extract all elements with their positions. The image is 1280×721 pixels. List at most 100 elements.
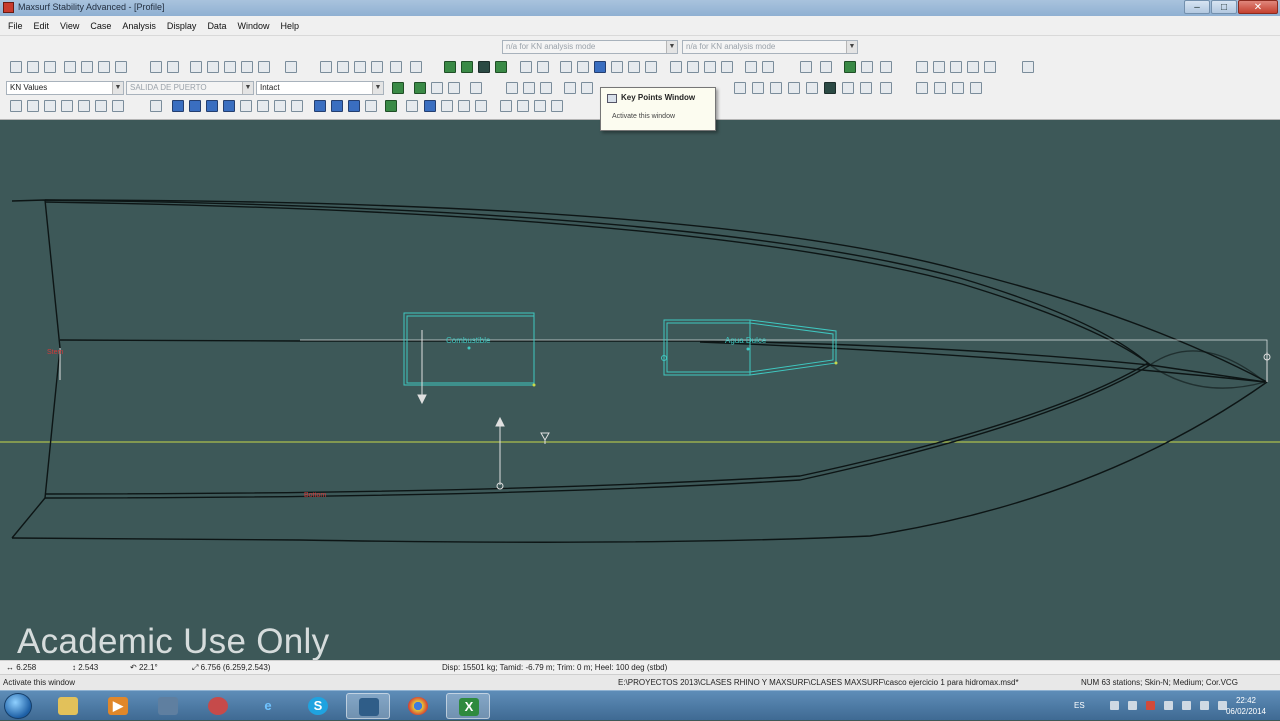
damage-case-select[interactable]: Intact ▼ bbox=[256, 81, 384, 95]
zoom-in-icon[interactable] bbox=[320, 61, 332, 73]
check-icon[interactable] bbox=[916, 82, 928, 94]
setting-icon[interactable] bbox=[112, 100, 124, 112]
window-icon[interactable] bbox=[687, 61, 699, 73]
preferences-icon[interactable] bbox=[1022, 61, 1034, 73]
render-icon[interactable] bbox=[984, 61, 996, 73]
setting-icon[interactable] bbox=[10, 100, 22, 112]
tank-shape-icon[interactable] bbox=[385, 100, 397, 112]
tank-shape-icon[interactable] bbox=[348, 100, 360, 112]
compartment-icon[interactable] bbox=[424, 100, 436, 112]
taskbar-chrome[interactable] bbox=[396, 693, 440, 719]
tray-icon[interactable] bbox=[1128, 701, 1137, 710]
new-file-icon[interactable] bbox=[10, 61, 22, 73]
display-icon[interactable] bbox=[752, 82, 764, 94]
tray-icon[interactable] bbox=[1164, 701, 1173, 710]
taskbar-internet-explorer[interactable]: e bbox=[246, 693, 290, 719]
paste-icon[interactable] bbox=[98, 61, 110, 73]
check-icon[interactable] bbox=[970, 82, 982, 94]
tray-icon[interactable] bbox=[1146, 701, 1155, 710]
print-icon[interactable] bbox=[115, 61, 127, 73]
minimize-button[interactable]: – bbox=[1184, 0, 1210, 14]
close-button[interactable]: ✕ bbox=[1238, 0, 1278, 14]
view-icon[interactable] bbox=[523, 82, 535, 94]
network-icon[interactable] bbox=[1200, 701, 1209, 710]
column-icon[interactable] bbox=[241, 61, 253, 73]
home-view-icon[interactable] bbox=[371, 61, 383, 73]
compartment-icon[interactable] bbox=[441, 100, 453, 112]
analysis-type-select[interactable]: KN Values ▼ bbox=[6, 81, 124, 95]
taskbar-app[interactable] bbox=[196, 693, 240, 719]
menu-view[interactable]: View bbox=[60, 21, 79, 31]
taskbar-skype[interactable]: S bbox=[296, 693, 340, 719]
view-icon[interactable] bbox=[581, 82, 593, 94]
pause-icon[interactable] bbox=[431, 82, 443, 94]
tank-shape-icon[interactable] bbox=[365, 100, 377, 112]
measure-icon[interactable] bbox=[517, 100, 529, 112]
stop-icon[interactable] bbox=[448, 82, 460, 94]
setting-icon[interactable] bbox=[61, 100, 73, 112]
menu-data[interactable]: Data bbox=[207, 21, 226, 31]
layout-icon[interactable] bbox=[861, 61, 873, 73]
tank-shape-icon[interactable] bbox=[314, 100, 326, 112]
column-icon[interactable] bbox=[258, 61, 270, 73]
display-icon[interactable] bbox=[842, 82, 854, 94]
check-icon[interactable] bbox=[934, 82, 946, 94]
load-icon[interactable] bbox=[240, 100, 252, 112]
tank-icon[interactable] bbox=[611, 61, 623, 73]
render-icon[interactable] bbox=[967, 61, 979, 73]
window-icon[interactable] bbox=[704, 61, 716, 73]
measure-icon[interactable] bbox=[551, 100, 563, 112]
pan-icon[interactable] bbox=[354, 61, 366, 73]
setting-icon[interactable] bbox=[95, 100, 107, 112]
shrink-icon[interactable] bbox=[390, 61, 402, 73]
display-icon[interactable] bbox=[824, 82, 836, 94]
taskbar-maxsurf[interactable] bbox=[346, 693, 390, 719]
kn-mode-combo-1[interactable]: n/a for KN analysis mode ▼ bbox=[502, 40, 678, 54]
layout-icon[interactable] bbox=[844, 61, 856, 73]
start-analysis-icon[interactable] bbox=[392, 82, 404, 94]
font-icon[interactable] bbox=[950, 61, 962, 73]
table-icon[interactable] bbox=[167, 61, 179, 73]
menu-case[interactable]: Case bbox=[90, 21, 111, 31]
display-icon[interactable] bbox=[880, 82, 892, 94]
load-icon[interactable] bbox=[223, 100, 235, 112]
menu-analysis[interactable]: Analysis bbox=[122, 21, 156, 31]
tray-icon[interactable] bbox=[1110, 701, 1119, 710]
column-icon[interactable] bbox=[190, 61, 202, 73]
save-icon[interactable] bbox=[44, 61, 56, 73]
menu-help[interactable]: Help bbox=[280, 21, 299, 31]
menu-display[interactable]: Display bbox=[167, 21, 197, 31]
layout-icon[interactable] bbox=[880, 61, 892, 73]
view-icon[interactable] bbox=[506, 82, 518, 94]
display-icon[interactable] bbox=[770, 82, 782, 94]
column-icon[interactable] bbox=[207, 61, 219, 73]
menu-window[interactable]: Window bbox=[237, 21, 269, 31]
start-icon[interactable] bbox=[414, 82, 426, 94]
tank-icon[interactable] bbox=[628, 61, 640, 73]
key-points-icon[interactable] bbox=[594, 61, 606, 73]
start-button[interactable] bbox=[4, 693, 32, 719]
maximize-button[interactable]: □ bbox=[1211, 0, 1237, 14]
render-icon[interactable] bbox=[916, 61, 928, 73]
column-icon[interactable] bbox=[224, 61, 236, 73]
kn-mode-combo-2[interactable]: n/a for KN analysis mode ▼ bbox=[682, 40, 858, 54]
layout-icon[interactable] bbox=[800, 61, 812, 73]
loadcase-select[interactable]: SALIDA DE PUERTO ▼ bbox=[126, 81, 254, 95]
analysis-icon[interactable] bbox=[537, 61, 549, 73]
frame-of-reference-icon[interactable] bbox=[478, 61, 490, 73]
compartment-icon[interactable] bbox=[458, 100, 470, 112]
compartment-icon[interactable] bbox=[475, 100, 487, 112]
sort-icon[interactable] bbox=[285, 61, 297, 73]
zoom-out-icon[interactable] bbox=[337, 61, 349, 73]
taskbar-excel[interactable]: X bbox=[446, 693, 490, 719]
criteria-icon[interactable] bbox=[150, 100, 162, 112]
display-icon[interactable] bbox=[788, 82, 800, 94]
language-indicator[interactable]: ES bbox=[1074, 701, 1085, 710]
frame-of-reference-icon[interactable] bbox=[495, 61, 507, 73]
check-icon[interactable] bbox=[952, 82, 964, 94]
display-icon[interactable] bbox=[806, 82, 818, 94]
filter-icon[interactable] bbox=[44, 100, 56, 112]
view-icon[interactable] bbox=[540, 82, 552, 94]
delete-icon[interactable] bbox=[470, 82, 482, 94]
tank-icon[interactable] bbox=[645, 61, 657, 73]
